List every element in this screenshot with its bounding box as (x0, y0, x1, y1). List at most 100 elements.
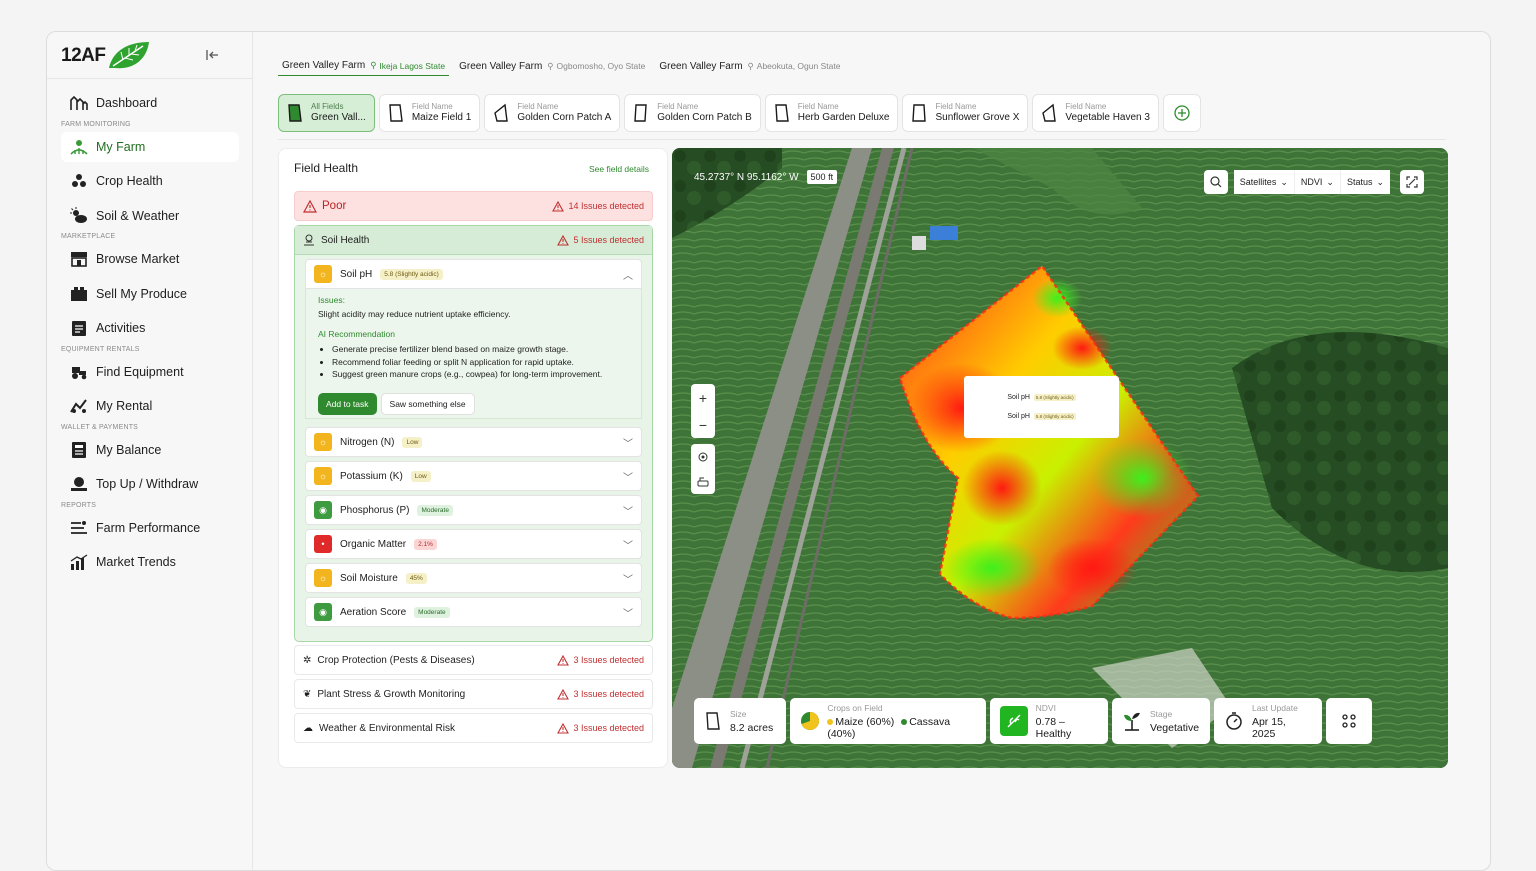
popup-badge: 5.8 (Slightly acidic) (1033, 413, 1076, 420)
popup-label: Soil pH (1007, 394, 1030, 401)
timer-icon (1226, 712, 1242, 730)
recommendation-item: Generate precise fertilizer blend based … (332, 343, 629, 356)
chevron-down-icon[interactable]: ﹀ (623, 435, 633, 450)
chevron-down-icon: ⌄ (1280, 176, 1288, 187)
organic-matter-row[interactable]: • Organic Matter 2.1% ﹀ (305, 529, 642, 559)
add-field-button[interactable] (1162, 94, 1201, 132)
soil-health-title: Soil Health (321, 234, 370, 246)
sidebar-item-browse-market[interactable]: Browse Market (61, 244, 239, 274)
check-circle-icon: ◉ (314, 603, 332, 621)
app-window: 12AF Dashboard FARM MONITORING My Farm C… (46, 31, 1491, 871)
see-field-details-link[interactable]: See field details (589, 164, 649, 174)
sidebar-item-crop-health[interactable]: Crop Health (61, 166, 239, 196)
soil-health-header[interactable]: Soil Health 5 Issues detected (295, 226, 652, 255)
phosphorus-row[interactable]: ◉ Phosphorus (P) Moderate ﹀ (305, 495, 642, 525)
chevron-down-icon[interactable]: ﹀ (623, 503, 633, 518)
sun-warning-icon: ☼ (314, 569, 332, 587)
tractor-icon (69, 362, 88, 381)
farm-tab[interactable]: Green Valley Farm ⚲ Ikeja Lagos State (278, 56, 450, 76)
sidebar-item-soil-weather[interactable]: Soil & Weather (61, 201, 239, 231)
sidebar-item-label: My Balance (96, 442, 162, 457)
farm-tab[interactable]: Green Valley Farm ⚲ Abeokuta, Ogun State (655, 56, 844, 76)
popup-row: Soil pH 5.8 (Slightly acidic) (1007, 413, 1076, 420)
sidebar-item-sell-produce[interactable]: Sell My Produce (61, 279, 239, 309)
index-select[interactable]: NDVI ⌄ (1294, 170, 1341, 194)
field-tab[interactable]: Field Name Golden Corn Patch A (484, 94, 621, 132)
field-shape-icon (494, 103, 509, 122)
field-shape-icon (634, 104, 648, 122)
plant-stress-row[interactable]: ❦ Plant Stress & Growth Monitoring 3 Iss… (294, 679, 653, 709)
performance-icon (69, 518, 88, 537)
leaf-logo-icon (109, 42, 150, 69)
weather-risk-row[interactable]: ☁ Weather & Environmental Risk 3 Issues … (294, 713, 653, 743)
field-shape-icon (288, 104, 302, 122)
chevron-down-icon: ⌄ (1326, 176, 1334, 187)
aeration-score-row[interactable]: ◉ Aeration Score Moderate ﹀ (305, 597, 642, 627)
field-shape-icon (706, 712, 720, 730)
sidebar-item-top-up-withdraw[interactable]: Top Up / Withdraw (61, 469, 239, 499)
map-popup: Soil pH 5.8 (Slightly acidic) Soil pH 5.8 … (964, 376, 1119, 438)
zoom-in-icon[interactable]: + (699, 390, 707, 406)
dashboard-icon (69, 94, 88, 113)
chevron-down-icon[interactable]: ﹀ (623, 571, 633, 586)
sidebar-item-my-farm[interactable]: My Farm (61, 131, 239, 162)
more-options-button[interactable] (1326, 698, 1372, 744)
collapse-sidebar-icon[interactable] (205, 47, 223, 65)
add-to-task-button[interactable]: Add to task (318, 392, 377, 415)
soil-moisture-row[interactable]: ☼ Soil Moisture 45% ﹀ (305, 563, 642, 593)
fullscreen-button[interactable] (1400, 170, 1424, 194)
sidebar-item-label: Market Trends (96, 555, 176, 569)
map-search-button[interactable] (1203, 170, 1228, 194)
ndvi-stat: NDVI 0.78 – Healthy (990, 698, 1108, 744)
field-tab[interactable]: Field Name Golden Corn Patch B (624, 94, 761, 132)
crop-protection-row[interactable]: ✲ Crop Protection (Pests & Diseases) 3 I… (294, 645, 653, 675)
metric-name: Soil Moisture (340, 572, 398, 584)
stat-label: Crops on Field (827, 702, 883, 713)
layers-icon[interactable] (697, 476, 709, 488)
metric-name: Aeration Score (340, 606, 407, 618)
locate-icon[interactable] (697, 451, 709, 463)
field-tab[interactable]: Field Name Vegetable Haven 3 (1032, 94, 1159, 132)
health-status-row[interactable]: Poor 14 Issues detected (294, 191, 653, 221)
stat-label: Stage (1150, 708, 1173, 719)
location-pin-icon: ⚲ (747, 60, 754, 71)
field-label: Field Name (517, 102, 559, 111)
chevron-down-icon[interactable]: ﹀ (623, 469, 633, 484)
sidebar-item-activities[interactable]: Activities (61, 313, 239, 343)
stage-stat: Stage Vegetative (1112, 698, 1210, 744)
field-label: Field Name (657, 102, 699, 111)
soil-ph-row[interactable]: ☼ Soil pH 5.8 (Slightly acidic) ︿ (305, 259, 642, 289)
chevron-down-icon[interactable]: ﹀ (623, 605, 633, 620)
status-select[interactable]: Status ⌄ (1340, 170, 1390, 194)
sidebar-item-find-equipment[interactable]: Find Equipment (61, 357, 239, 387)
field-tab[interactable]: Field Name Herb Garden Deluxe (764, 94, 899, 132)
nitrogen-row[interactable]: ☼ Nitrogen (N) Low ﹀ (305, 427, 642, 457)
sidebar-item-market-trends[interactable]: Market Trends (61, 547, 239, 577)
stat-value: 0.78 – Healthy (1035, 715, 1072, 740)
sidebar-item-my-balance[interactable]: My Balance (61, 435, 239, 465)
ndvi-icon (1000, 706, 1028, 736)
clipboard-icon (69, 319, 88, 338)
potassium-row[interactable]: ☼ Potassium (K) Low ﹀ (305, 461, 642, 491)
field-tab-all[interactable]: All Fields Green Vall... (278, 94, 375, 132)
saw-something-else-button[interactable]: Saw something else (380, 392, 475, 415)
field-label: All Fields (311, 102, 344, 111)
field-tab[interactable]: Field Name Sunflower Grove X (902, 94, 1029, 132)
farm-tab[interactable]: Green Valley Farm ⚲ Ogbomosho, Oyo State (455, 56, 649, 76)
sidebar-item-farm-performance[interactable]: Farm Performance (61, 513, 239, 543)
zoom-out-icon[interactable]: − (699, 417, 707, 433)
sidebar-item-dashboard[interactable]: Dashboard (61, 88, 239, 118)
satellite-map[interactable]: 45.2737° N 95.1162° W 500 ft Satellites ⌄… (672, 148, 1448, 768)
layer-select[interactable]: Satellites ⌄ (1233, 170, 1295, 194)
chevron-down-icon: ⌄ (1376, 176, 1384, 187)
field-tab[interactable]: Field Name Maize Field 1 (378, 94, 481, 132)
chevron-down-icon[interactable]: ﹀ (623, 537, 633, 552)
field-shape-icon (1042, 103, 1057, 122)
chevron-up-icon[interactable]: ︿ (623, 267, 633, 282)
recommendation-item: Recommend foliar feeding or split N appl… (332, 356, 629, 369)
sidebar-item-label: Soil & Weather (96, 208, 180, 223)
sidebar-divider (47, 78, 253, 79)
section-label: EQUIPMENT RENTALS (61, 345, 140, 353)
field-shape-icon (912, 104, 927, 122)
sidebar-item-my-rental[interactable]: My Rental (61, 391, 239, 421)
